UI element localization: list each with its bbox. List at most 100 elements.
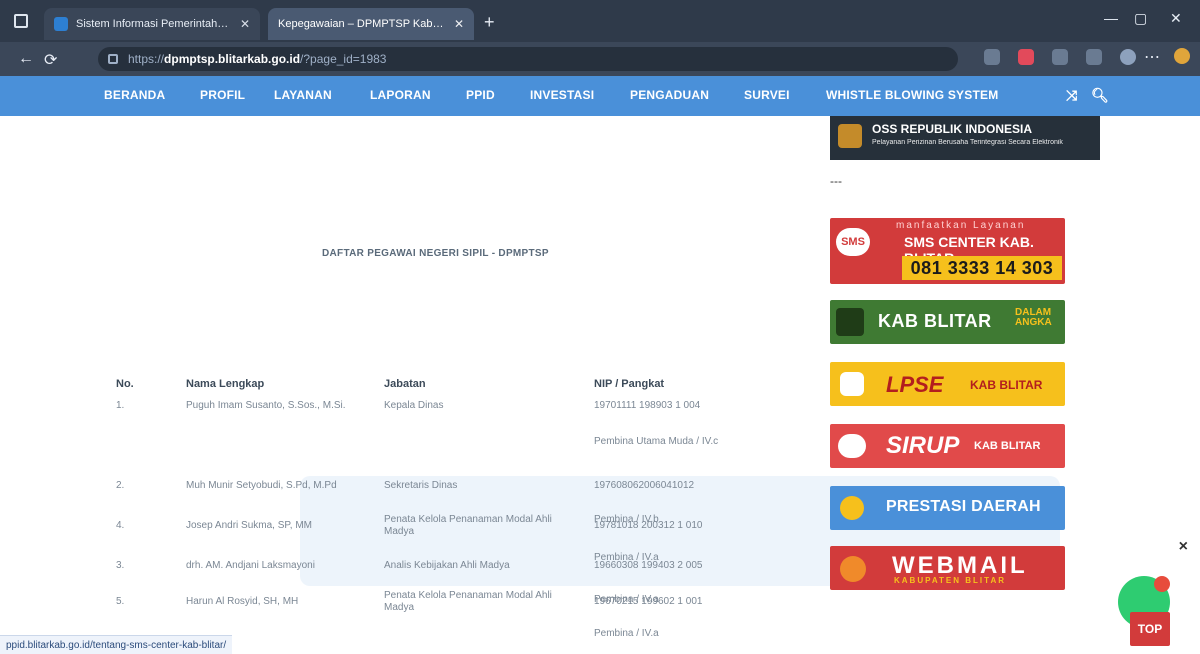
lpse-banner[interactable]: LPSE KAB BLITAR — [830, 362, 1065, 406]
browser-toolbar-icons — [984, 49, 1136, 65]
lock-icon — [108, 54, 118, 64]
back-button[interactable]: ← — [18, 50, 34, 68]
row-1-no: 1. — [116, 400, 125, 411]
mail-icon — [840, 556, 866, 582]
prestasi-banner-title: PRESTASI DAERAH — [886, 498, 1041, 515]
row-2-nip: 197608062006041012 — [594, 480, 695, 491]
scroll-to-top-button[interactable]: TOP — [1130, 612, 1170, 646]
row-4-nama: Josep Andri Sukma, SP, MM — [186, 520, 312, 531]
nav-whistle-blowing-system[interactable]: WHISTLE BLOWING SYSTEM — [826, 88, 998, 102]
browser-tab-bar: Sistem Informasi Pemerintahan D ✕ Kepega… — [0, 0, 1200, 42]
nav-beranda[interactable]: BERANDA — [104, 88, 165, 102]
url-host: dpmptsp.blitarkab.go.id — [164, 52, 301, 66]
collections-icon[interactable] — [1052, 49, 1068, 65]
lpse-banner-subtitle: KAB BLITAR — [970, 378, 1043, 392]
status-bar-url: ppid.blitarkab.go.id/tentang-sms-center-… — [0, 635, 233, 654]
tab-title: Kepegawaian – DPMPTSP Kabupa — [278, 18, 446, 30]
address-input[interactable]: https:// dpmptsp.blitarkab.go.id /?page_… — [98, 47, 958, 71]
kab-banner-title: KAB BLITAR — [878, 311, 992, 331]
table-title: DAFTAR PEGAWAI NEGERI SIPIL - DPMPTSP — [322, 248, 549, 259]
shuffle-icon[interactable]: ⤨ — [1066, 87, 1077, 103]
window-icon[interactable] — [14, 14, 28, 28]
row-2-nama: Muh Munir Setyobudi, S.Pd, M.Pd — [186, 480, 337, 491]
webmail-banner[interactable]: WEBMAIL KABUPATEN BLITAR — [830, 546, 1065, 590]
url-scheme: https:// — [128, 52, 165, 66]
row-3-no: 3. — [116, 560, 125, 571]
lpse-icon — [840, 372, 864, 396]
row-5-jabatan: Penata Kelola Penanaman Modal Ahli Madya — [384, 590, 552, 613]
table-header-nip-pangkat: NIP / Pangkat — [594, 378, 665, 390]
row-1-nama: Puguh Imam Susanto, S.Sos., M.Si. — [186, 400, 346, 411]
tab-close-icon[interactable]: ✕ — [240, 17, 250, 31]
page-content: DAFTAR PEGAWAI NEGERI SIPIL - DPMPTSP No… — [0, 116, 1200, 654]
row-5-pangkat: Pembina / IV.a — [594, 628, 659, 639]
row-4-jabatan: Penata Kelola Penanaman Modal Ahli Madya — [384, 514, 552, 537]
table-header-jabatan: Jabatan — [384, 378, 426, 390]
row-3-jabatan: Analis Kebijakan Ahli Madya — [384, 560, 510, 571]
window-maximize-button[interactable]: ▢ — [1134, 10, 1147, 27]
row-1-jabatan: Kepala Dinas — [384, 400, 444, 411]
sirup-banner-title: SIRUP — [886, 432, 960, 459]
row-5-nip: 19670215 199602 1 001 — [594, 596, 703, 607]
favorites-icon[interactable] — [1086, 49, 1102, 65]
refresh-button[interactable]: ⟳ — [44, 50, 57, 70]
more-menu-icon[interactable]: ⋯ — [1144, 47, 1160, 67]
site-navigation: BERANDA PROFIL LAYANAN LAPORAN PPID INVE… — [0, 76, 1200, 116]
favicon-icon — [54, 17, 68, 31]
chat-close-icon[interactable]: × — [1179, 538, 1188, 556]
row-2-no: 2. — [116, 480, 125, 491]
oss-text: OSS REPUBLIK INDONESIA Pelayanan Perizin… — [872, 122, 1082, 147]
garuda-icon — [838, 124, 862, 148]
row-2-jabatan: Sekretaris Dinas — [384, 480, 458, 491]
nav-layanan[interactable]: LAYANAN — [274, 88, 332, 102]
row-4-no: 4. — [116, 520, 125, 531]
medal-icon — [840, 496, 864, 520]
search-icon[interactable]: 🔍︎ — [1091, 87, 1109, 103]
table-header-no: No. — [116, 378, 134, 390]
nav-ppid[interactable]: PPID — [466, 88, 495, 102]
kab-blitar-dalam-angka-banner[interactable]: KAB BLITAR DALAM ANGKA — [830, 300, 1065, 344]
tab-title: Sistem Informasi Pemerintahan D — [76, 18, 232, 30]
extension-red-icon[interactable] — [1018, 49, 1034, 65]
row-4-pangkat: Pembina / IV.a — [594, 552, 659, 563]
nav-profil[interactable]: PROFIL — [200, 88, 245, 102]
nav-survei[interactable]: SURVEI — [744, 88, 790, 102]
row-1-pangkat: Pembina Utama Muda / IV.c — [594, 436, 719, 447]
oss-subtitle: Pelayanan Perizinan Berusaha Terintegras… — [872, 139, 1063, 146]
row-5-nama: Harun Al Rosyid, SH, MH — [186, 596, 299, 607]
window-close-button[interactable]: ✕ — [1170, 10, 1182, 27]
webmail-banner-subtitle: KABUPATEN BLITAR — [894, 576, 1006, 585]
table-header-nama: Nama Lengkap — [186, 378, 265, 390]
extension-icon[interactable] — [984, 49, 1000, 65]
tab-close-icon[interactable]: ✕ — [454, 17, 464, 31]
sms-banner-line1: manfaatkan Layanan — [896, 220, 1026, 231]
oss-banner[interactable]: OSS REPUBLIK INDONESIA Pelayanan Perizin… — [830, 116, 1100, 160]
prestasi-daerah-banner[interactable]: PRESTASI DAERAH — [830, 486, 1065, 530]
row-1-nip: 19701111 198903 1 004 — [594, 400, 701, 411]
sirup-banner-subtitle: KAB BLITAR — [974, 440, 1041, 452]
browser-address-bar: ← ⟳ https:// dpmptsp.blitarkab.go.id /?p… — [0, 42, 1200, 76]
sirup-banner[interactable]: SIRUP KAB BLITAR — [830, 424, 1065, 468]
nav-tools: ⤨ 🔍︎ — [1066, 87, 1109, 104]
sidebar: OSS REPUBLIK INDONESIA Pelayanan Perizin… — [830, 116, 1100, 654]
row-5-no: 5. — [116, 596, 125, 607]
nav-laporan[interactable]: LAPORAN — [370, 88, 431, 102]
nav-pengaduan[interactable]: PENGADUAN — [630, 88, 709, 102]
sidebar-separator: --- — [830, 174, 842, 188]
lpse-banner-title: LPSE — [886, 372, 944, 397]
profile-avatar-icon[interactable] — [1120, 49, 1136, 65]
tab-kepegawaian[interactable]: Kepegawaian – DPMPTSP Kabupa ✕ — [268, 8, 474, 40]
row-3-nama: drh. AM. Andjani Laksmayoni — [186, 560, 315, 571]
oss-title: OSS REPUBLIK INDONESIA — [872, 122, 1033, 136]
tab-sistem-informasi[interactable]: Sistem Informasi Pemerintahan D ✕ — [44, 8, 260, 40]
row-4-nip: 19781018 200312 1 010 — [594, 520, 703, 531]
nav-investasi[interactable]: INVESTASI — [530, 88, 594, 102]
new-tab-button[interactable]: + — [484, 12, 495, 33]
sms-center-banner[interactable]: SMS manfaatkan Layanan SMS CENTER KAB. B… — [830, 218, 1065, 284]
sms-icon: SMS — [836, 228, 870, 256]
window-minimize-button[interactable]: — — [1104, 10, 1118, 26]
url-path: /?page_id=1983 — [300, 52, 387, 66]
sirup-icon — [838, 434, 866, 458]
edge-sidebar-icon[interactable] — [1174, 48, 1190, 64]
kab-banner-subtitle: DALAM ANGKA — [1015, 307, 1052, 328]
